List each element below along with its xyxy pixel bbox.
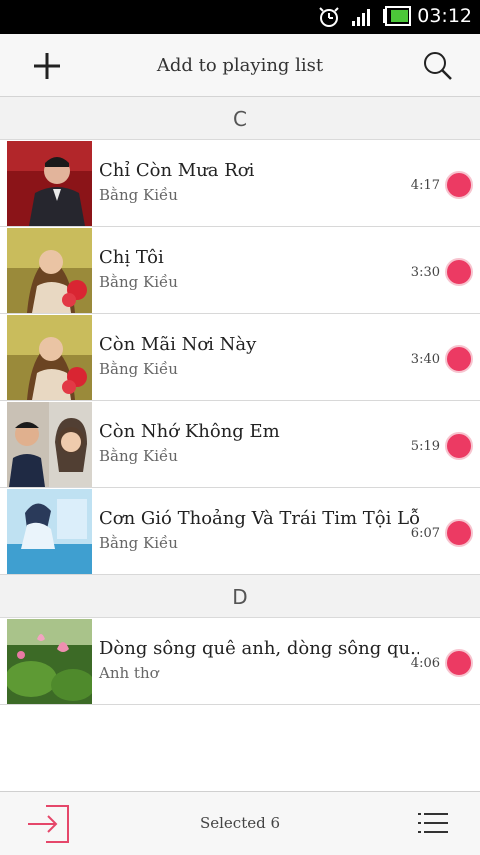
song-artist: Bằng Kiều	[99, 447, 178, 465]
song-row[interactable]: Còn Mãi Nơi Này Bằng Kiều 3:40	[0, 314, 480, 401]
page-title: Add to playing list	[156, 55, 324, 76]
song-duration: 3:30	[410, 265, 440, 280]
selection-toggle[interactable]	[445, 519, 473, 547]
song-artist: Bằng Kiều	[99, 534, 178, 552]
song-duration: 6:07	[410, 526, 440, 541]
song-title: Chị Tôi	[99, 247, 164, 268]
top-toolbar: Add to playing list	[0, 34, 480, 97]
song-artist: Anh thơ	[99, 664, 159, 682]
song-duration: 4:06	[410, 656, 440, 671]
song-title: Chỉ Còn Mưa Rơi	[99, 160, 255, 181]
album-art	[7, 315, 92, 400]
song-row[interactable]: Dòng sông quê anh, dòng sông qu... Anh t…	[0, 618, 480, 705]
list-button[interactable]	[418, 810, 448, 836]
status-bar: 03:12	[0, 0, 480, 34]
song-artist: Bằng Kiều	[99, 273, 178, 291]
song-row[interactable]: Cơn Gió Thoảng Và Trái Tim Tội Lỗi Bằng …	[0, 488, 480, 575]
album-art	[7, 228, 92, 313]
song-artist: Bằng Kiều	[99, 186, 178, 204]
album-art	[7, 489, 92, 574]
song-title: Cơn Gió Thoảng Và Trái Tim Tội Lỗi	[99, 508, 419, 529]
selection-toggle[interactable]	[445, 432, 473, 460]
alarm-icon	[319, 7, 339, 27]
song-artist: Bằng Kiều	[99, 360, 178, 378]
song-duration: 5:19	[410, 439, 440, 454]
bottom-toolbar: Selected 6	[0, 791, 480, 855]
album-art	[7, 619, 92, 704]
song-row[interactable]: Chỉ Còn Mưa Rơi Bằng Kiều 4:17	[0, 140, 480, 227]
song-row[interactable]: Chị Tôi Bằng Kiều 3:30	[0, 227, 480, 314]
search-icon	[424, 52, 452, 80]
song-title: Dòng sông quê anh, dòng sông qu...	[99, 638, 419, 659]
status-time: 03:12	[417, 5, 472, 27]
signal-icon	[352, 9, 370, 26]
section-header-d: D	[0, 575, 480, 618]
selected-count: Selected 6	[199, 814, 281, 832]
selection-toggle[interactable]	[445, 258, 473, 286]
selection-toggle[interactable]	[445, 649, 473, 677]
list-icon	[418, 813, 448, 833]
song-title: Còn Mãi Nơi Này	[99, 334, 257, 355]
song-duration: 4:17	[410, 178, 440, 193]
selection-toggle[interactable]	[445, 345, 473, 373]
album-art	[7, 402, 92, 487]
song-duration: 3:40	[410, 352, 440, 367]
album-art	[7, 141, 92, 226]
song-row[interactable]: Còn Nhớ Không Em Bằng Kiều 5:19	[0, 401, 480, 488]
search-button[interactable]	[422, 50, 454, 82]
song-title: Còn Nhớ Không Em	[99, 421, 280, 442]
section-header-c: C	[0, 97, 480, 140]
battery-icon	[383, 6, 411, 26]
selection-toggle[interactable]	[445, 171, 473, 199]
